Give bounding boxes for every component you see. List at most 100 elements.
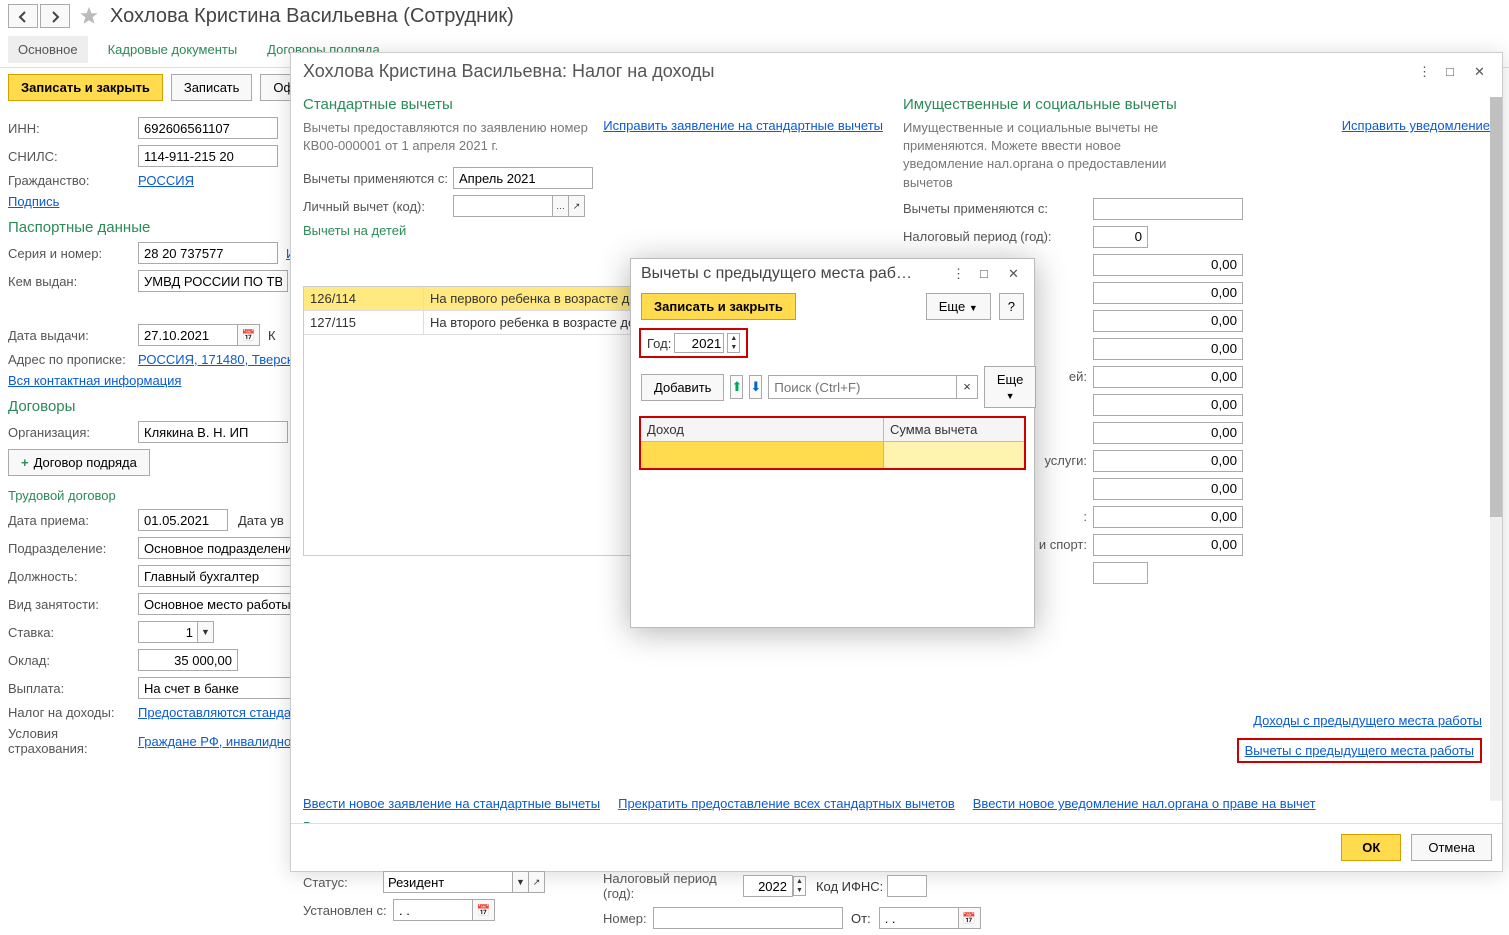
r-input-7[interactable] (1093, 422, 1243, 444)
series-input[interactable] (138, 242, 278, 264)
nav-forward-button[interactable] (40, 4, 70, 28)
ifns-input[interactable] (887, 875, 927, 897)
prop-head: Имущественные и социальные вычеты (903, 96, 1342, 113)
r-period-input[interactable] (1093, 226, 1148, 248)
arrow-right-icon (48, 9, 62, 23)
ot-input[interactable] (879, 907, 959, 929)
l2-search-clear-button[interactable]: × (956, 376, 977, 398)
status-dropdown-button[interactable]: ▼ (513, 871, 529, 893)
signature-link[interactable]: Подпись (8, 194, 59, 209)
l2-move-up-button[interactable]: ⬆ (730, 375, 743, 399)
l2-more-icon[interactable]: ⋮ (952, 266, 968, 282)
r-input-9[interactable] (1093, 478, 1243, 500)
r-input-11[interactable] (1093, 534, 1243, 556)
status-open-button[interactable]: ↗ (529, 871, 545, 893)
snils-input[interactable] (138, 145, 278, 167)
r-input-6[interactable] (1093, 394, 1243, 416)
l2-maximize-icon[interactable]: □ (980, 266, 996, 282)
l2-col-amount[interactable]: Сумма вычета (884, 418, 1024, 441)
l2-more-button-2[interactable]: Еще ▼ (984, 366, 1036, 408)
prop-text: Имущественные и социальные вычеты не при… (903, 119, 1203, 192)
l2-search-input[interactable] (769, 378, 956, 397)
tab-main[interactable]: Основное (8, 36, 88, 63)
citizen-label: Гражданство: (8, 173, 138, 188)
add-contract-button[interactable]: + Договор подряда (8, 449, 150, 476)
citizen-link[interactable]: РОССИЯ (138, 173, 194, 188)
personal-dots-button[interactable]: … (553, 195, 569, 217)
r-input-2[interactable] (1093, 282, 1243, 304)
rate-input[interactable] (138, 621, 198, 643)
ok-button[interactable]: ОК (1341, 834, 1401, 861)
emp-type-input[interactable] (138, 593, 298, 615)
all-contact-link[interactable]: Вся контактная информация (8, 373, 181, 388)
r-input-12[interactable] (1093, 562, 1148, 584)
rate-dropdown-button[interactable]: ▼ (198, 621, 214, 643)
l2-close-icon[interactable]: ✕ (1008, 266, 1024, 282)
save-button[interactable]: Записать (171, 74, 253, 101)
link-new-std[interactable]: Ввести новое заявление на стандартные вы… (303, 796, 600, 811)
prev-deductions-dialog: Вычеты с предыдущего места раб… ⋮ □ ✕ За… (630, 258, 1035, 628)
num-input[interactable] (653, 907, 843, 929)
r-input-10[interactable] (1093, 506, 1243, 528)
r-input-5[interactable] (1093, 366, 1243, 388)
personal-open-button[interactable]: ↗ (569, 195, 585, 217)
r-input-3[interactable] (1093, 310, 1243, 332)
std-text-2: КВ00-000001 от 1 апреля 2021 г. (303, 138, 498, 153)
set-from-input[interactable] (393, 899, 473, 921)
inn-input[interactable] (138, 117, 278, 139)
personal-input[interactable] (453, 195, 553, 217)
r-input-4[interactable] (1093, 338, 1243, 360)
salary-input[interactable] (138, 649, 238, 671)
l2-more-button[interactable]: Еще ▼ (926, 293, 991, 320)
set-from-calendar-button[interactable]: 📅 (473, 899, 495, 921)
l2-move-down-button[interactable]: ⬇ (749, 375, 762, 399)
org-input[interactable] (138, 421, 288, 443)
snils-label: СНИЛС: (8, 149, 138, 164)
l2-help-button[interactable]: ? (999, 293, 1024, 320)
hire-date-input[interactable] (138, 509, 228, 531)
date-issue-label: Дата выдачи: (8, 328, 138, 343)
l2-add-button[interactable]: Добавить (641, 374, 724, 401)
fix-notif-link[interactable]: Исправить уведомление (1342, 118, 1490, 133)
l2-year-spinner[interactable]: ▲▼ (727, 333, 740, 353)
nav-back-button[interactable] (8, 4, 38, 28)
r-input-8[interactable] (1093, 450, 1243, 472)
save-close-button[interactable]: Записать и закрыть (8, 74, 163, 101)
more-vert-icon[interactable]: ⋮ (1418, 64, 1434, 80)
link-stop[interactable]: Прекратить предоставление всех стандартн… (618, 796, 955, 811)
tax-link[interactable]: Предоставляются станда (138, 705, 291, 720)
np-spinner[interactable]: ▲▼ (793, 876, 806, 896)
from-input[interactable] (453, 167, 593, 189)
date-issue-calendar-button[interactable]: 📅 (238, 324, 260, 346)
l2-cell-amount[interactable] (884, 442, 1024, 468)
link-new-notif[interactable]: Ввести новое уведомление нал.органа о пр… (973, 796, 1316, 811)
ot-calendar-button[interactable]: 📅 (959, 907, 981, 929)
l2-table-row[interactable] (641, 442, 1024, 468)
r-housing-input[interactable] (1093, 254, 1243, 276)
dept-input[interactable] (138, 537, 298, 559)
date-issue-input[interactable] (138, 324, 238, 346)
l2-col-income[interactable]: Доход (641, 418, 884, 441)
l2-save-close-button[interactable]: Записать и закрыть (641, 293, 796, 320)
fix-std-link[interactable]: Исправить заявление на стандартные вычет… (603, 118, 883, 133)
deduct-prev-link[interactable]: Вычеты с предыдущего места работы (1237, 738, 1482, 763)
l2-year-input[interactable] (674, 333, 724, 353)
child-row-1-code: 126/114 (304, 287, 424, 310)
tab-hr-docs[interactable]: Кадровые документы (98, 36, 248, 63)
maximize-icon[interactable]: □ (1446, 64, 1462, 80)
close-icon[interactable]: ✕ (1474, 64, 1490, 80)
cancel-button[interactable]: Отмена (1411, 834, 1492, 861)
addr-link[interactable]: РОССИЯ, 171480, Тверск (138, 352, 293, 367)
l2-cell-income[interactable] (641, 442, 884, 468)
r-from-input[interactable] (1093, 198, 1243, 220)
hire-until-label: Дата ув (238, 513, 284, 528)
payout-input[interactable] (138, 677, 298, 699)
issued-input[interactable] (138, 270, 288, 292)
income-prev-link[interactable]: Доходы с предыдущего места работы (1253, 713, 1482, 728)
status-input[interactable] (383, 871, 513, 893)
favorite-star-icon[interactable] (78, 5, 100, 27)
pos-input[interactable] (138, 565, 298, 587)
scrollbar-thumb[interactable] (1490, 97, 1502, 517)
org-label: Организация: (8, 425, 138, 440)
np-input[interactable] (743, 875, 793, 897)
